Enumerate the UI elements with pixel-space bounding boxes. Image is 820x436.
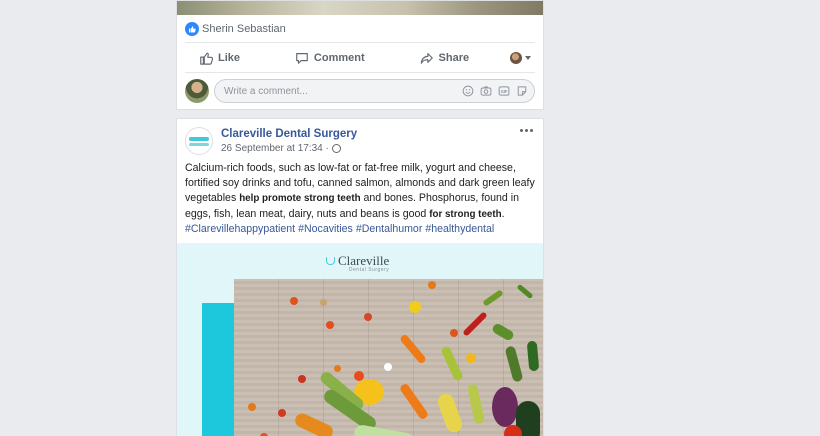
share-button[interactable]: Share bbox=[406, 43, 484, 72]
like-reaction-icon bbox=[185, 21, 199, 36]
post-text-bold: help promote strong teeth bbox=[239, 193, 361, 205]
comment-composer: GIF bbox=[177, 73, 543, 109]
post-image[interactable]: Clareville Dental Surgery bbox=[177, 243, 543, 436]
svg-text:GIF: GIF bbox=[501, 89, 508, 94]
reaction-name[interactable]: Sherin Sebastian bbox=[202, 23, 286, 35]
share-label: Share bbox=[438, 51, 470, 64]
page-name-link[interactable]: Clareville Dental Surgery bbox=[221, 127, 357, 141]
globe-icon bbox=[331, 144, 341, 153]
like-button[interactable]: Like bbox=[185, 43, 254, 72]
share-arrow-icon bbox=[420, 52, 433, 64]
vegetables-photo bbox=[234, 279, 543, 436]
logo-brand-name: Clareville bbox=[338, 253, 390, 269]
hashtag-link[interactable]: #healthydental bbox=[425, 223, 494, 235]
post-timestamp[interactable]: 26 September at 17:34 · bbox=[221, 142, 329, 155]
profile-mini-avatar bbox=[510, 51, 522, 64]
post-header: Clareville Dental Surgery 26 September a… bbox=[177, 119, 543, 157]
camera-icon[interactable] bbox=[480, 85, 492, 97]
comment-button[interactable]: Comment bbox=[281, 43, 379, 72]
post-body: Calcium-rich foods, such as low-fat or f… bbox=[177, 157, 543, 243]
previous-post-card: Sherin Sebastian Like Comment Share Writ… bbox=[176, 0, 544, 110]
reaction-summary[interactable]: Sherin Sebastian bbox=[185, 15, 535, 43]
comment-input[interactable] bbox=[224, 85, 462, 97]
decorative-cyan-bar bbox=[202, 303, 236, 436]
like-thumb-icon bbox=[200, 52, 213, 65]
post-text-bold: for strong teeth bbox=[429, 208, 502, 220]
clareville-post-card: Clareville Dental Surgery 26 September a… bbox=[176, 118, 544, 436]
gif-icon[interactable]: GIF bbox=[498, 85, 510, 97]
post-text-part: . bbox=[501, 207, 505, 220]
chevron-down-icon bbox=[525, 55, 531, 60]
hashtag-list: #Clarevillehappypatient #Nocavities #Den… bbox=[185, 223, 494, 235]
emoji-icon[interactable] bbox=[462, 85, 474, 97]
clareville-logo: Clareville Dental Surgery bbox=[326, 253, 389, 273]
page-avatar[interactable] bbox=[185, 127, 213, 155]
user-avatar[interactable] bbox=[185, 79, 209, 103]
more-dots-icon[interactable] bbox=[516, 125, 537, 136]
hashtag-link[interactable]: #Clarevillehappypatient bbox=[185, 223, 295, 235]
like-label: Like bbox=[218, 51, 241, 64]
previous-post-photo[interactable] bbox=[177, 1, 543, 15]
tooth-logo-icon bbox=[326, 257, 335, 266]
comment-box[interactable]: GIF bbox=[214, 79, 535, 103]
react-as-selector[interactable] bbox=[510, 51, 535, 64]
comment-label: Comment bbox=[313, 51, 365, 64]
news-feed: Sherin Sebastian Like Comment Share Writ… bbox=[176, 0, 544, 436]
post-actions-bar: Like Comment Share bbox=[185, 43, 535, 73]
sticker-icon[interactable] bbox=[516, 85, 528, 97]
hashtag-link[interactable]: #Nocavities bbox=[298, 223, 353, 235]
hashtag-link[interactable]: #Dentalhumor bbox=[356, 223, 423, 235]
comment-bubble-icon bbox=[296, 52, 308, 64]
